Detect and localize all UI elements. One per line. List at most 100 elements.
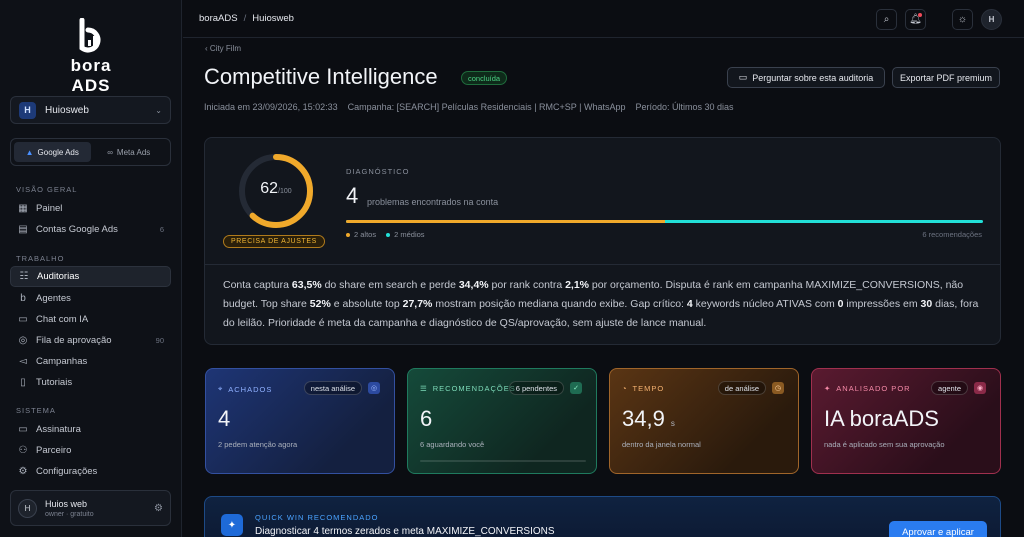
sidebar-item-label: Configurações (36, 466, 98, 477)
sidebar-item-fila[interactable]: ◎ Fila de aprovação 90 (10, 330, 171, 351)
tab-google-ads[interactable]: ▲ Google Ads (14, 142, 91, 162)
quick-win-panel: ✦ QUICK WIN RECOMENDADO Diagnosticar 4 t… (204, 496, 1001, 537)
gear-icon[interactable]: ⚙ (154, 503, 163, 514)
time-card[interactable]: ◔ TEMPO de análise ◷ 34,9 s dentro da jane… (609, 368, 799, 474)
sidebar-item-label: Tutoriais (36, 377, 73, 388)
logo-mark-icon (79, 18, 101, 53)
user-card[interactable]: H Huios web owner · gratuito ⚙ (10, 490, 171, 526)
approve-apply-button[interactable]: Aprovar e aplicar (889, 521, 987, 537)
legend-high-label: 2 altos (354, 230, 377, 239)
findings-sub: 2 pedem atenção agora (218, 440, 298, 449)
problems-count: 4 (346, 183, 359, 208)
sidebar-item-configuracoes[interactable]: ⚙ Configurações (10, 461, 171, 482)
legend-dot-medium (386, 233, 391, 238)
analyzed-by-label: ✦ ANALISADO POR (824, 384, 911, 393)
breadcrumb: boraADS / Huiosweb (199, 13, 294, 24)
breadcrumb-root[interactable]: boraADS (199, 13, 238, 24)
target-icon: ⌖ (218, 384, 224, 393)
target-icon: ◎ (368, 382, 380, 394)
recommendations-card[interactable]: ☰ RECOMENDAÇÕES 6 pendentes ✓ 6 6 aguarda… (407, 368, 597, 474)
sidebar-item-label: Chat com IA (36, 314, 89, 325)
findings-value: 4 (218, 406, 231, 431)
workspace-name: Huiosweb (45, 104, 89, 116)
recommendations-count: 6 recomendações (922, 230, 982, 239)
problems-text: problemas encontrados na conta (367, 197, 499, 207)
card-icon: ▭ (18, 424, 28, 435)
google-ads-icon: ▲ (25, 147, 34, 157)
sidebar-item-label: Assinatura (36, 424, 81, 435)
quick-win-label: QUICK WIN RECOMENDADO (255, 513, 379, 522)
back-link[interactable]: ‹ City Film (205, 44, 241, 53)
section-overview: VISÃO GERAL (16, 185, 78, 194)
meta-icon: ∞ (107, 147, 113, 157)
check-icon: ✓ (570, 382, 582, 394)
theme-toggle-button[interactable]: ☼ (952, 9, 973, 30)
score-number: 62 (260, 180, 279, 197)
sidebar-item-parceiro[interactable]: ⚇ Parceiro (10, 440, 171, 461)
sidebar-item-painel[interactable]: ▦ Painel (10, 198, 171, 219)
score-value: 62/100 (237, 180, 315, 198)
chat-icon: ▭ (738, 72, 748, 82)
recommendations-sub: 6 aguardando você (420, 440, 485, 449)
chevron-down-icon: ⌄ (155, 105, 162, 115)
workspace-selector[interactable]: H Huiosweb ⌄ (10, 96, 171, 124)
user-name: Huios web (45, 498, 88, 509)
time-sub: dentro da janela normal (622, 440, 701, 449)
agent-icon: ◉ (974, 382, 986, 394)
sidebar-item-contas[interactable]: ▤ Contas Google Ads 6 (10, 219, 171, 240)
diagnostic-label: DIAGNÓSTICO (346, 167, 410, 176)
sidebar-item-chat[interactable]: ▭ Chat com IA (10, 309, 171, 330)
search-button[interactable]: ⌕ (876, 9, 897, 30)
time-pill: de análise (717, 381, 766, 395)
avatar[interactable]: H (981, 9, 1002, 30)
sidebar-item-auditorias[interactable]: ☷ Auditorias (10, 266, 171, 287)
tab-meta-ads-label: Meta Ads (116, 147, 151, 157)
ask-audit-button[interactable]: ▭ Perguntar sobre esta auditoria (727, 67, 885, 88)
time-unit: s (670, 419, 675, 428)
legend-medium: 2 médios (386, 230, 425, 239)
sidebar-item-label: Fila de aprovação (36, 335, 112, 346)
timer-icon: ◷ (772, 382, 784, 394)
breadcrumb-current[interactable]: Huiosweb (252, 13, 294, 24)
sidebar-item-assinatura[interactable]: ▭ Assinatura (10, 419, 171, 440)
analyzed-by-sub: nada é aplicado sem sua aprovação (824, 440, 945, 449)
quick-win-title: Diagnosticar 4 termos zerados e meta MAX… (255, 526, 555, 537)
sidebar-item-agentes[interactable]: b Agentes (10, 288, 171, 309)
page-title: Competitive Intelligence (204, 64, 438, 89)
megaphone-icon: ◅ (19, 356, 27, 367)
recommendations-pill: 6 pendentes (508, 381, 564, 395)
search-icon: ⌕ (883, 14, 890, 25)
breadcrumb-separator: / (243, 13, 247, 24)
sidebar-item-label: Auditorias (37, 271, 80, 282)
severity-bar (346, 220, 983, 223)
user-avatar: H (18, 498, 37, 518)
findings-card[interactable]: ⌖ ACHADOS nesta análise ◎ 4 2 pedem atenç… (205, 368, 395, 474)
grid-icon: ▦ (18, 203, 28, 214)
ask-audit-label: Perguntar sobre esta auditoria (752, 72, 874, 83)
recommendations-value: 6 (420, 406, 433, 431)
list-icon: ☰ (420, 384, 428, 393)
workspace-avatar: H (19, 101, 36, 119)
score-max: /100 (278, 188, 292, 195)
check-circle-icon: ◎ (18, 335, 28, 346)
sidebar-item-tutoriais[interactable]: ▯ Tutoriais (10, 372, 171, 393)
sidebar-item-label: Agentes (36, 293, 71, 304)
tab-meta-ads[interactable]: ∞ Meta Ads (91, 142, 168, 162)
topbar: boraADS / Huiosweb ⌕ 🔔︎ ☼ H (183, 0, 1024, 38)
logo-text: bora ADS (70, 56, 112, 95)
recommendations-progress (420, 460, 586, 462)
legend-medium-label: 2 médios (394, 230, 425, 239)
sidebar-item-count: 90 (155, 336, 164, 345)
sidebar-item-label: Contas Google Ads (36, 224, 118, 235)
sidebar-item-campanhas[interactable]: ◅ Campanhas (10, 351, 171, 372)
brand-logo[interactable]: bora ADS (50, 18, 132, 95)
legend-dot-high (346, 233, 350, 238)
notifications-button[interactable]: 🔔︎ (905, 9, 926, 30)
sidebar-item-label: Campanhas (36, 356, 88, 367)
chat-icon: ▭ (18, 314, 28, 325)
sidebar: bora ADS H Huiosweb ⌄ ▲ Google Ads ∞ Met… (0, 0, 182, 537)
audit-icon: ☷ (19, 271, 29, 282)
export-pdf-button[interactable]: Exportar PDF premium (892, 67, 1000, 88)
analyzed-by-card[interactable]: ✦ ANALISADO POR agente ◉ IA boraADS nada … (811, 368, 1001, 474)
legend-high: 2 altos (346, 230, 376, 239)
